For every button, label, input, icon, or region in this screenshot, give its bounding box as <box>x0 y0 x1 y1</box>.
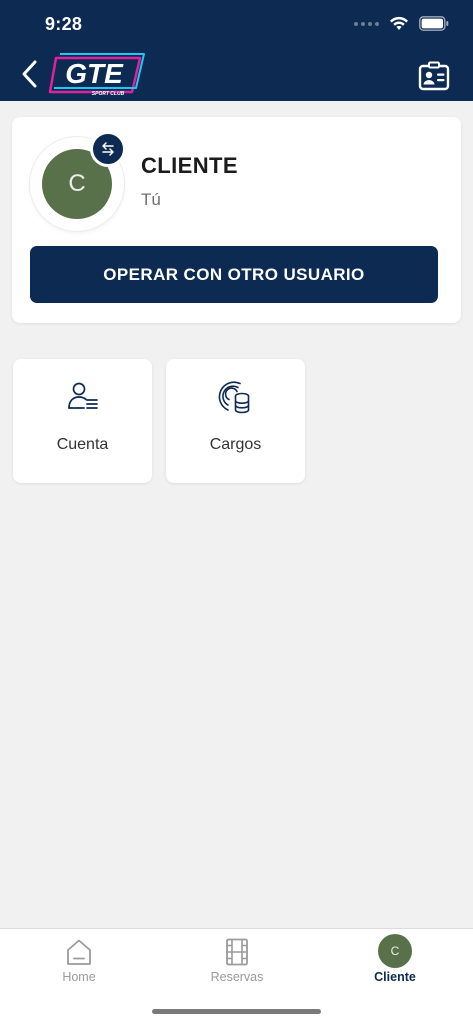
app-header: 9:28 GTE SPORT CLUB <box>0 0 473 101</box>
contact-card-button[interactable] <box>418 61 450 91</box>
user-list-icon <box>67 382 98 409</box>
logo-subtext: SPORT CLUB <box>92 91 125 97</box>
coins-icon <box>218 381 249 414</box>
logo-text: GTE <box>65 58 124 89</box>
avatar: C <box>378 934 412 968</box>
status-time: 9:28 <box>45 14 83 34</box>
swap-user-button[interactable] <box>90 131 126 167</box>
logo-graphic: GTE SPORT CLUB <box>48 53 145 97</box>
profile-name: CLIENTE <box>141 153 238 178</box>
status-icons <box>354 16 449 31</box>
nav-label: Reservas <box>210 970 264 984</box>
nav-item-reservas[interactable]: Reservas <box>158 929 316 993</box>
tile-cuenta[interactable]: Cuenta <box>13 359 152 483</box>
profile-card: C CLIENTE Tú OPERAR CON OTRO USUARIO <box>12 117 461 323</box>
tile-label: Cargos <box>209 436 262 453</box>
operate-other-user-button[interactable]: OPERAR CON OTRO USUARIO <box>30 246 438 303</box>
tile-label: Cuenta <box>56 436 109 453</box>
nav-label: Home <box>62 970 96 984</box>
home-icon <box>67 939 91 965</box>
nav-label: Cliente <box>374 970 416 984</box>
wifi-icon <box>390 16 408 30</box>
chevron-left-icon <box>22 60 37 88</box>
gte-logo: GTE SPORT CLUB <box>48 50 148 98</box>
profile-subtitle: Tú <box>141 190 161 209</box>
tile-cargos[interactable]: Cargos <box>166 359 305 483</box>
film-icon <box>226 938 248 966</box>
nav-item-home[interactable]: Home <box>0 929 158 993</box>
back-button[interactable] <box>16 56 44 92</box>
home-indicator <box>152 1009 321 1014</box>
cellular-signal-icon <box>354 21 379 26</box>
contact-card-icon <box>418 61 450 91</box>
nav-item-cliente[interactable]: C Cliente <box>316 929 473 993</box>
swap-arrows-icon <box>102 142 114 156</box>
battery-icon <box>419 16 449 31</box>
